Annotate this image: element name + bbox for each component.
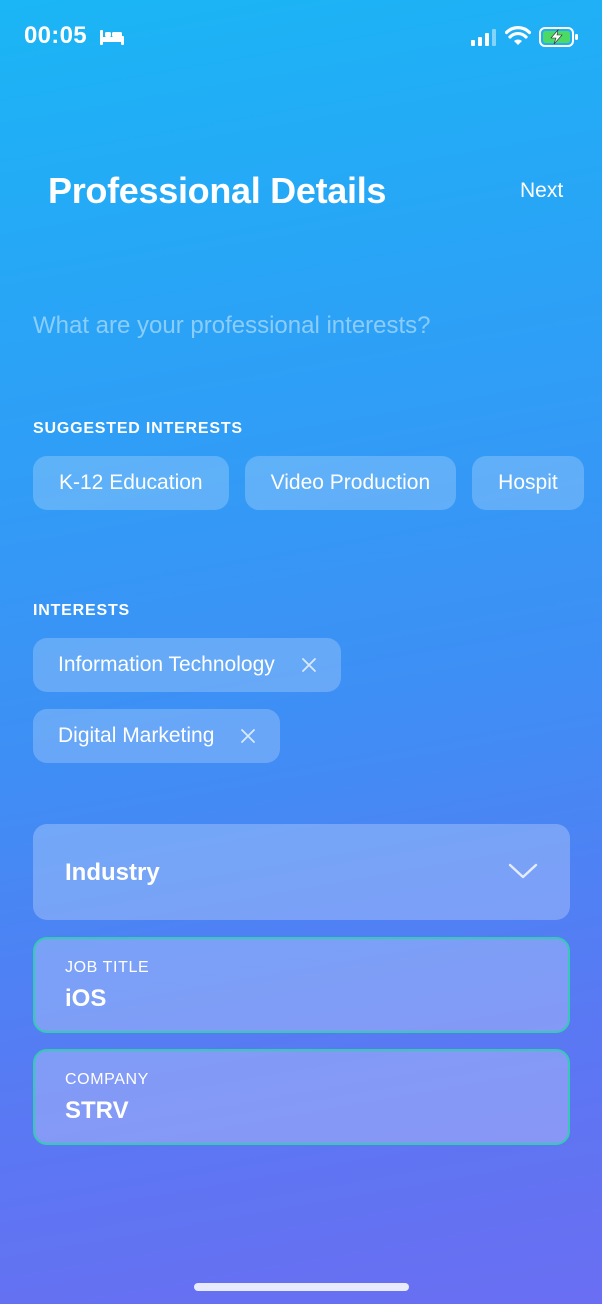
close-icon[interactable] (240, 728, 256, 744)
job-title-field[interactable]: JOB TITLE iOS (33, 937, 570, 1033)
company-field[interactable]: COMPANY STRV (33, 1049, 570, 1145)
home-indicator[interactable] (194, 1283, 409, 1291)
status-time: 00:05 (24, 22, 87, 49)
interest-chip-information-technology: Information Technology (33, 638, 341, 692)
chevron-down-icon (508, 863, 538, 879)
suggested-interests-list: K-12 Education Video Production Hospit (33, 456, 602, 512)
interest-search-input[interactable] (33, 306, 569, 346)
suggested-chip-hospitality[interactable]: Hospit (472, 456, 584, 510)
company-value[interactable]: STRV (65, 1097, 129, 1125)
next-button[interactable]: Next (520, 179, 563, 203)
battery-charging-icon (539, 27, 578, 47)
job-title-value[interactable]: iOS (65, 985, 106, 1013)
status-bar: 00:05 (0, 0, 602, 76)
industry-label: Industry (65, 859, 160, 886)
company-label: COMPANY (65, 1071, 149, 1088)
suggested-interests-heading: SUGGESTED INTERESTS (33, 420, 243, 437)
cellular-signal-icon (471, 29, 496, 46)
interest-chip-label: Information Technology (58, 653, 275, 676)
interest-chip-digital-marketing: Digital Marketing (33, 709, 281, 763)
industry-dropdown[interactable]: Industry (33, 824, 570, 920)
interest-chip-label: Digital Marketing (58, 724, 215, 747)
suggested-chip-video-production[interactable]: Video Production (244, 456, 457, 510)
suggested-chip-k12[interactable]: K-12 Education (33, 456, 229, 510)
wifi-icon (505, 26, 531, 45)
bed-icon (100, 30, 124, 45)
interests-heading: INTERESTS (33, 602, 130, 619)
job-title-label: JOB TITLE (65, 959, 150, 976)
close-icon[interactable] (301, 657, 317, 673)
page-title: Professional Details (48, 170, 387, 211)
